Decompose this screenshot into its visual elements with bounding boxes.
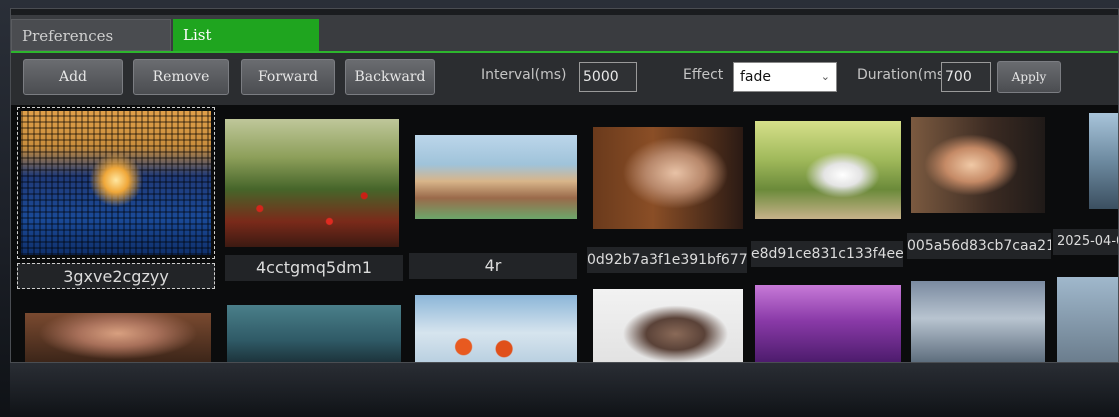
caption-0[interactable]: 3gxve2cgzyy <box>17 263 215 289</box>
thumbnail-1[interactable] <box>225 119 399 247</box>
duration-label: Duration(ms) <box>857 67 950 83</box>
duration-input[interactable]: 700 <box>941 62 991 92</box>
thumbnail-5[interactable] <box>911 117 1045 213</box>
thumbnail-6[interactable] <box>1089 113 1118 209</box>
thumbnail-12[interactable] <box>911 281 1045 362</box>
thumbnail-8[interactable] <box>227 305 401 362</box>
interval-input[interactable]: 5000 <box>579 62 637 92</box>
image-grid: 3gxve2cgzyy 4cctgmq5dm1 4r 0d92b7a3f1e39… <box>11 105 1118 362</box>
caption-5[interactable]: 005a56d83cb7caa21d3 <box>907 233 1051 259</box>
caption-6[interactable]: 2025-04-04 <box>1053 229 1118 255</box>
apply-button[interactable]: Apply <box>997 61 1061 93</box>
thumbnail-10[interactable] <box>593 289 743 362</box>
effect-label: Effect <box>683 67 724 83</box>
window-reflection <box>10 363 1119 417</box>
interval-label: Interval(ms) <box>481 67 567 83</box>
caption-2[interactable]: 4r <box>409 253 577 279</box>
toolbar: Add Remove Forward Backward Interval(ms)… <box>11 53 1118 105</box>
effect-select-value: fade <box>740 69 772 85</box>
thumbnail-0[interactable] <box>21 111 211 255</box>
tab-preferences[interactable]: Preferences <box>11 19 171 51</box>
add-button[interactable]: Add <box>23 59 123 95</box>
caption-4[interactable]: e8d91ce831c133f4ee <box>751 241 903 267</box>
thumbnail-2[interactable] <box>415 135 577 219</box>
thumbnail-3[interactable] <box>593 127 743 229</box>
caption-3[interactable]: 0d92b7a3f1e391bf677e <box>587 247 747 273</box>
thumbnail-7[interactable] <box>25 313 211 362</box>
tab-list[interactable]: List <box>173 19 319 51</box>
thumbnail-9[interactable] <box>415 295 577 362</box>
caption-1[interactable]: 4cctgmq5dm1 <box>225 255 403 281</box>
chevron-down-icon: ⌄ <box>820 70 830 83</box>
tab-bar: Preferences List <box>11 15 1118 53</box>
remove-button[interactable]: Remove <box>133 59 229 95</box>
thumbnail-13[interactable] <box>1057 277 1118 362</box>
thumbnail-4[interactable] <box>755 121 901 219</box>
backward-button[interactable]: Backward <box>345 59 435 95</box>
effect-select[interactable]: fade ⌄ <box>733 62 837 92</box>
forward-button[interactable]: Forward <box>241 59 335 95</box>
thumbnail-11[interactable] <box>755 285 901 362</box>
slideshow-window: Preferences List Add Remove Forward Back… <box>10 8 1119 363</box>
